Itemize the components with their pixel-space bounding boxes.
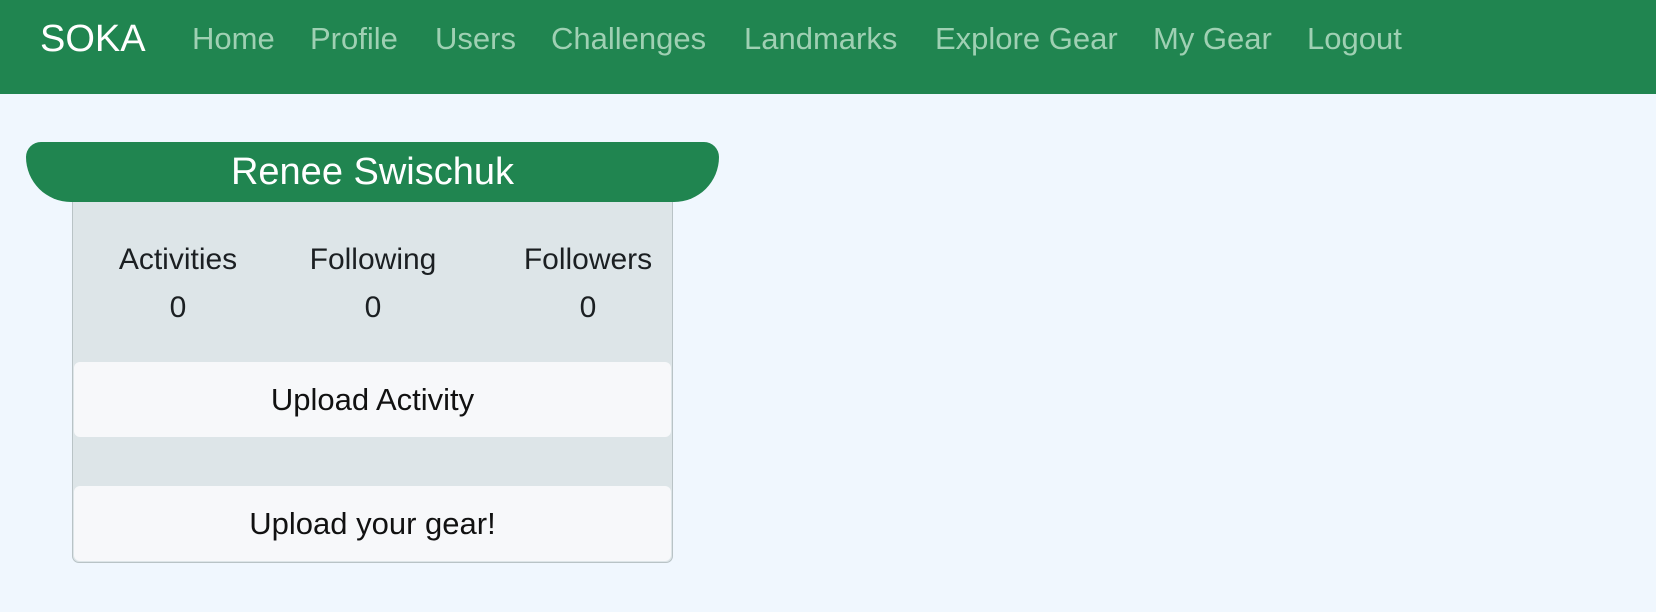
stat-following: Following 0 [273,240,473,328]
stat-followers-value: 0 [579,291,597,324]
stat-following-value: 0 [364,291,382,324]
stat-followers-label: Followers [523,243,653,276]
nav-link-landmarks[interactable]: Landmarks [744,20,897,58]
nav-link-my-gear[interactable]: My Gear [1153,20,1272,58]
nav-link-home[interactable]: Home [192,20,275,58]
nav-link-logout[interactable]: Logout [1307,20,1402,58]
nav-link-users[interactable]: Users [435,20,516,58]
nav-link-challenges[interactable]: Challenges [551,20,706,58]
profile-card: Activities 0 Following 0 Followers 0 Upl… [72,202,673,563]
top-navbar: SOKA Home Profile Users Challenges Landm… [0,0,1656,94]
upload-gear-button[interactable]: Upload your gear! [74,486,671,561]
stat-activities: Activities 0 [78,240,278,328]
stat-followers: Followers 0 [488,240,688,328]
stat-following-label: Following [309,243,437,276]
profile-name-header: Renee Swischuk [26,142,719,202]
upload-activity-button[interactable]: Upload Activity [74,362,671,437]
nav-link-profile[interactable]: Profile [310,20,398,58]
nav-link-explore-gear[interactable]: Explore Gear [935,20,1118,58]
brand-logo[interactable]: SOKA [40,17,146,61]
stat-activities-label: Activities [118,243,238,276]
stat-activities-value: 0 [169,291,187,324]
